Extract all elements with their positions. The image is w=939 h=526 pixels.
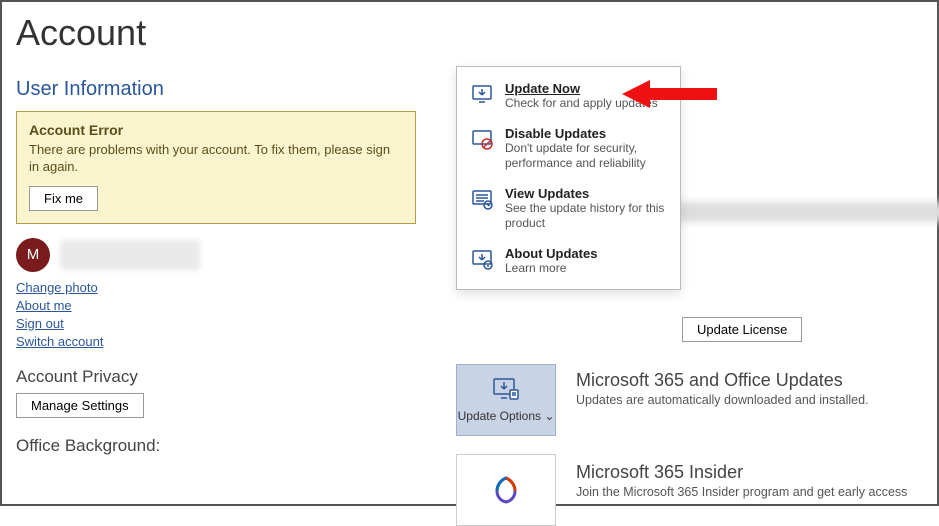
account-error-box: Account Error There are problems with yo… <box>16 111 416 224</box>
history-icon <box>469 186 495 212</box>
manage-settings-button[interactable]: Manage Settings <box>16 393 144 418</box>
about-me-link[interactable]: About me <box>16 298 416 313</box>
menu-item-desc: See the update history for this product <box>505 201 668 230</box>
avatar: M <box>16 238 50 272</box>
menu-item-desc: Don't update for security, performance a… <box>505 141 668 170</box>
switch-account-link[interactable]: Switch account <box>16 334 416 349</box>
account-privacy-heading: Account Privacy <box>16 367 416 387</box>
page-title: Account <box>16 12 917 54</box>
change-photo-link[interactable]: Change photo <box>16 280 416 295</box>
info-icon <box>469 246 495 272</box>
insider-block-title: Microsoft 365 Insider <box>576 462 907 483</box>
error-title: Account Error <box>29 122 403 138</box>
user-information-heading: User Information <box>16 78 416 101</box>
insider-block-desc: Join the Microsoft 365 Insider program a… <box>576 485 907 499</box>
insider-tile[interactable] <box>456 454 556 526</box>
redacted-strip <box>666 202 939 222</box>
update-options-icon <box>492 377 520 406</box>
updates-block-desc: Updates are automatically downloaded and… <box>576 393 869 407</box>
menu-item-title: View Updates <box>505 186 668 201</box>
updates-block-title: Microsoft 365 and Office Updates <box>576 370 869 391</box>
menu-item-title: About Updates <box>505 246 597 261</box>
update-license-button[interactable]: Update License <box>682 317 802 342</box>
menu-item-desc: Learn more <box>505 261 597 275</box>
update-options-button[interactable]: Update Options ⌄ <box>456 364 556 436</box>
download-icon <box>469 81 495 107</box>
disable-icon <box>469 126 495 152</box>
red-arrow-annotation <box>622 74 722 114</box>
menu-item-title: Disable Updates <box>505 126 668 141</box>
user-name-redacted <box>60 240 200 270</box>
menu-about-updates[interactable]: About Updates Learn more <box>457 238 680 283</box>
menu-disable-updates[interactable]: Disable Updates Don't update for securit… <box>457 118 680 178</box>
update-options-label: Update Options ⌄ <box>458 410 555 423</box>
fix-me-button[interactable]: Fix me <box>29 186 98 211</box>
menu-view-updates[interactable]: View Updates See the update history for … <box>457 178 680 238</box>
microsoft-365-icon <box>491 475 521 505</box>
error-text: There are problems with your account. To… <box>29 142 403 176</box>
office-background-heading: Office Background: <box>16 436 416 456</box>
sign-out-link[interactable]: Sign out <box>16 316 416 331</box>
